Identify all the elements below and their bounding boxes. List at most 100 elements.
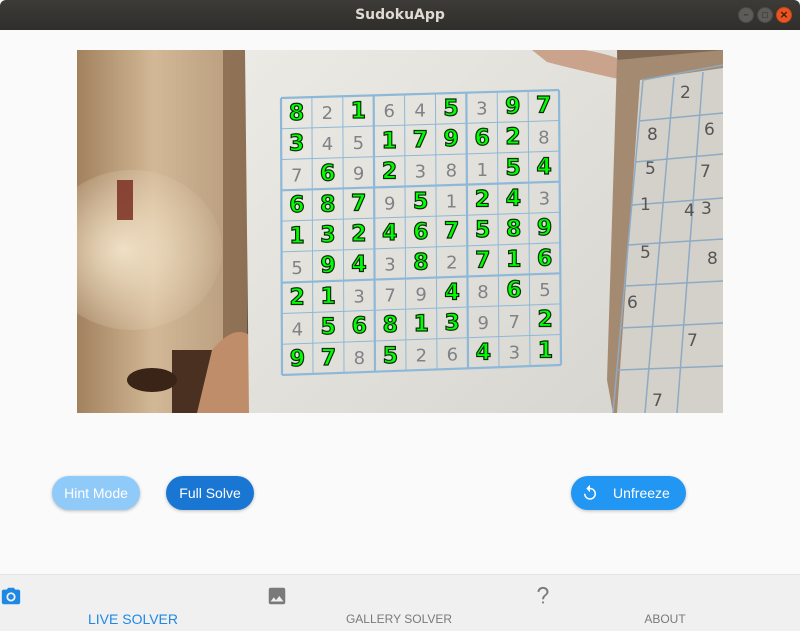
solved-digit: 7 — [351, 191, 366, 216]
printed-digit: 3 — [509, 342, 520, 363]
solved-digit: 3 — [320, 223, 335, 248]
maximize-icon: ▫ — [761, 8, 769, 21]
printed-digit: 9 — [477, 313, 488, 334]
printed-digit: 7 — [384, 285, 395, 306]
solved-digit: 6 — [413, 220, 428, 245]
image-icon — [268, 587, 286, 605]
solved-digit: 4 — [536, 155, 551, 180]
printed-digit: 4 — [292, 319, 303, 340]
close-button[interactable]: × — [776, 7, 792, 23]
solved-digit: 6 — [320, 162, 335, 187]
solved-digit: 1 — [289, 224, 304, 249]
printed-digit: 9 — [353, 164, 364, 185]
background-digit: 8 — [707, 249, 718, 269]
solved-digit: 7 — [413, 128, 428, 153]
nav-about-label: ABOUT — [644, 612, 686, 626]
camera-icon — [1, 587, 21, 605]
grid-line — [372, 95, 377, 372]
solved-digit: 5 — [443, 96, 458, 121]
solved-digit: 7 — [475, 249, 490, 274]
solved-digit: 6 — [537, 247, 552, 272]
nav-about[interactable]: ABOUT — [532, 575, 798, 631]
background-digit: 5 — [645, 159, 656, 179]
solved-digit: 4 — [476, 341, 491, 366]
window-titlebar[interactable]: SudokuApp – ▫ × — [0, 0, 800, 30]
grid-line — [279, 97, 284, 376]
solved-digit: 6 — [352, 314, 367, 339]
solved-digit: 2 — [475, 187, 490, 212]
solved-digit: 8 — [506, 217, 521, 242]
solved-digit: 4 — [506, 186, 521, 211]
full-solve-button[interactable]: Full Solve — [166, 476, 254, 510]
question-icon — [537, 586, 549, 604]
minimize-button[interactable]: – — [738, 7, 754, 23]
nav-live-solver-label: LIVE SOLVER — [87, 611, 178, 627]
printed-digit: 6 — [383, 101, 394, 122]
solved-digit: 8 — [320, 192, 335, 217]
solved-digit: 8 — [383, 313, 398, 338]
solved-digit: 2 — [505, 125, 520, 150]
solved-digit: 6 — [289, 193, 304, 218]
solved-digit: 8 — [289, 101, 304, 126]
solved-digit: 2 — [538, 308, 553, 333]
printed-digit: 5 — [353, 133, 364, 154]
printed-digit: 1 — [446, 191, 457, 212]
background-digit: 7 — [687, 331, 698, 351]
nav-gallery-solver[interactable]: GALLERY SOLVER — [266, 575, 532, 631]
solved-digit: 4 — [444, 280, 459, 305]
camera-frame: 2687531 45 8677 8 2 1 6 4 5 3 9 73 4 5 1 7 9 6 2 87 6 9 2 3 8 1 5… — [77, 50, 723, 413]
background-digit: 4 — [684, 201, 695, 221]
solved-digit: 3 — [289, 132, 304, 157]
printed-digit: 1 — [477, 160, 488, 181]
solved-digit: 1 — [414, 312, 429, 337]
background-digit: 5 — [640, 243, 651, 263]
printed-digit: 3 — [476, 99, 487, 120]
refresh-icon — [584, 484, 596, 500]
printed-digit: 5 — [291, 258, 302, 279]
background-digit: 6 — [627, 293, 638, 313]
solved-digit: 9 — [505, 95, 520, 120]
printed-digit: 8 — [538, 127, 549, 148]
unfreeze-button[interactable]: Unfreeze — [571, 476, 686, 510]
printed-digit: 5 — [539, 280, 550, 301]
hint-mode-button[interactable]: Hint Mode — [52, 476, 140, 510]
nav-live-solver[interactable]: LIVE SOLVER — [0, 575, 266, 631]
printed-digit: 7 — [291, 166, 302, 187]
solved-digit: 1 — [321, 285, 336, 310]
printed-digit: 4 — [322, 134, 333, 155]
printed-digit: 3 — [384, 255, 395, 276]
solved-digit: 1 — [382, 129, 397, 154]
solved-digit: 1 — [538, 338, 553, 363]
solved-digit: 5 — [506, 156, 521, 181]
solved-digit: 2 — [351, 222, 366, 247]
solved-digit: 5 — [321, 315, 336, 340]
solved-digit: 5 — [413, 189, 428, 214]
background-digit: 7 — [700, 162, 711, 182]
solved-digit: 9 — [537, 216, 552, 241]
unfreeze-label: Unfreeze — [613, 485, 670, 501]
minimize-icon: – — [743, 8, 749, 21]
bottom-navigation: LIVE SOLVER GALLERY SOLVER ABOUT — [0, 574, 800, 631]
printed-digit: 2 — [416, 346, 427, 367]
printed-digit: 8 — [477, 282, 488, 303]
solved-digit: 1 — [351, 99, 366, 124]
background-digit: 7 — [652, 391, 663, 411]
solved-digit: 7 — [444, 219, 459, 244]
printed-digit: 4 — [414, 100, 425, 121]
solved-digit: 9 — [290, 347, 305, 372]
printed-digit: 6 — [447, 345, 458, 366]
window-title: SudokuApp — [355, 7, 445, 23]
background-digit: 8 — [647, 125, 658, 145]
solved-digit: 5 — [475, 218, 490, 243]
printed-digit: 3 — [539, 188, 550, 209]
printed-digit: 7 — [508, 312, 519, 333]
solved-digit: 3 — [445, 311, 460, 336]
solved-digit: 2 — [382, 160, 397, 185]
solved-digit: 1 — [506, 248, 521, 273]
maximize-button[interactable]: ▫ — [757, 7, 773, 23]
solved-digit: 4 — [351, 253, 366, 278]
background-digit: 2 — [680, 83, 691, 103]
solved-digit: 7 — [321, 346, 336, 371]
camera-preview: 2687531458677 82164539734517962876923815… — [77, 50, 723, 413]
printed-digit: 2 — [446, 253, 457, 274]
